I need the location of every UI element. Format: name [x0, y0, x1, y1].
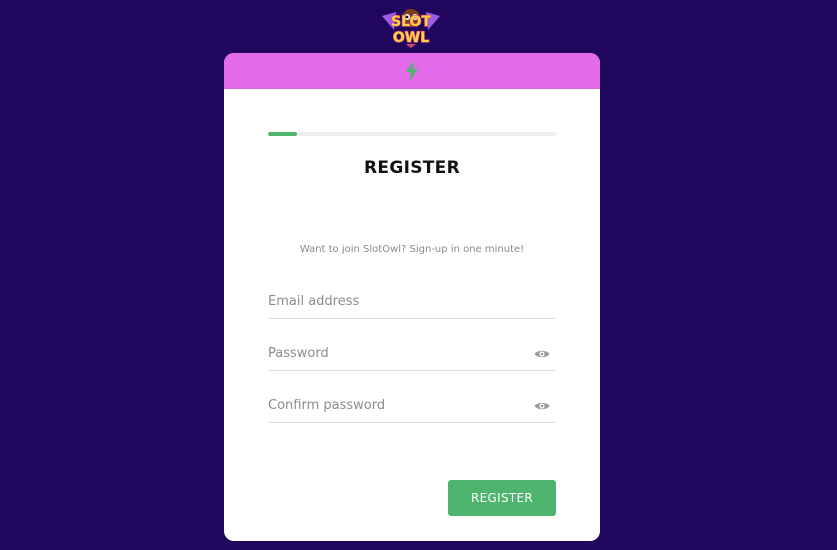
page: SLOT OWL REGISTER Want to join SlotOwl? … — [0, 0, 837, 550]
page-title: REGISTER — [364, 158, 460, 178]
password-field-wrapper — [268, 337, 556, 371]
logo-text-bottom: OWL — [393, 30, 429, 46]
email-field[interactable] — [268, 285, 556, 318]
card-header — [224, 53, 600, 89]
register-card: REGISTER Want to join SlotOwl? Sign-up i… — [224, 53, 600, 541]
logo-text-top: SLOT — [391, 14, 431, 30]
bolt-icon — [406, 61, 418, 81]
eye-icon[interactable] — [534, 349, 550, 359]
logo-graphic: SLOT OWL — [382, 9, 440, 48]
progress-fill — [268, 132, 297, 136]
progress-bar — [268, 132, 556, 136]
confirm-password-field-wrapper — [268, 389, 556, 423]
subtitle: Want to join SlotOwl? Sign-up in one min… — [299, 244, 525, 255]
confirm-password-field[interactable] — [268, 389, 556, 422]
slotowl-logo[interactable]: SLOT OWL — [376, 2, 446, 48]
password-field[interactable] — [268, 337, 556, 370]
eye-icon[interactable] — [534, 401, 550, 411]
register-button[interactable]: REGISTER — [448, 480, 556, 516]
email-field-wrapper — [268, 285, 556, 319]
